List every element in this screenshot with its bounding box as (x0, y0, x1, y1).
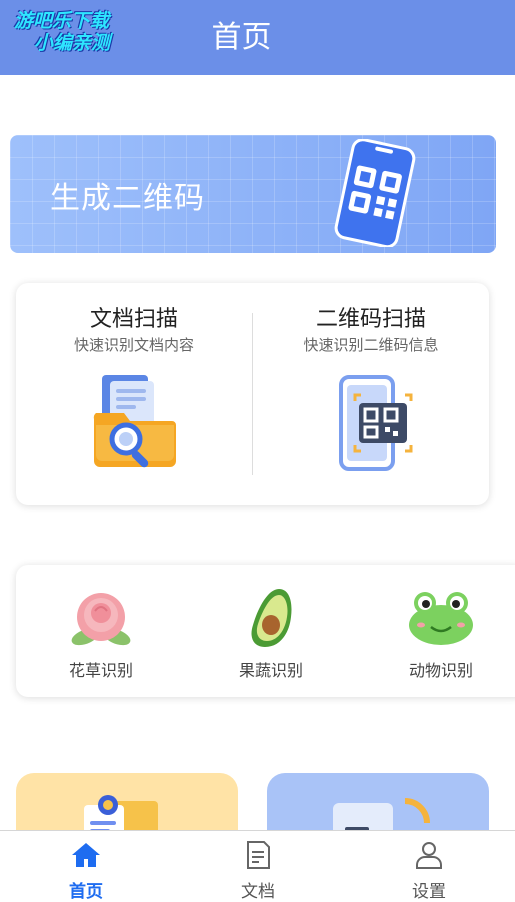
flower-recognition-label: 花草识别 (68, 661, 133, 680)
tab-settings[interactable]: 设置 (343, 831, 515, 902)
tab-document-label: 文档 (241, 882, 275, 902)
produce-recognition-label: 果蔬识别 (238, 661, 303, 680)
document-scan-subtitle: 快速识别文档内容 (73, 336, 194, 354)
home-icon (72, 843, 100, 867)
generate-qr-banner[interactable]: 生成二维码 (10, 135, 496, 253)
qr-scan-subtitle: 快速识别二维码信息 (303, 336, 439, 354)
generate-qr-label: 生成二维码 (50, 181, 205, 216)
phone-qr-scan-icon (339, 375, 413, 471)
tab-home-label: 首页 (69, 882, 103, 902)
header-bar: 游吧乐下载 小编亲测 首页 (0, 0, 515, 75)
scan-card: 文档扫描 快速识别文档内容 二维码扫描 快速识别二维码信息 (16, 283, 489, 505)
page-title: 首页 (211, 20, 272, 55)
tab-document[interactable]: 文档 (172, 831, 344, 902)
phone-qr-icon (334, 139, 416, 247)
home-page: 游吧乐下载 小编亲测 首页 生成二维码 文档扫描 快速识别文档内容 二维码扫描 … (0, 0, 515, 902)
produce-recognition-button[interactable]: 果蔬识别 (186, 565, 356, 697)
document-folder-search-icon (93, 375, 176, 468)
qr-scan-button[interactable]: 二维码扫描 快速识别二维码信息 (253, 283, 489, 505)
document-scan-button[interactable]: 文档扫描 快速识别文档内容 (16, 283, 252, 505)
qr-scan-title: 二维码扫描 (315, 307, 426, 332)
tab-settings-label: 设置 (412, 882, 446, 902)
avocado-icon (251, 589, 292, 647)
frog-icon (409, 592, 473, 645)
document-icon (247, 841, 270, 869)
rose-icon (71, 593, 131, 646)
animal-recognition-label: 动物识别 (408, 661, 473, 680)
recognition-card: 花草识别 果蔬识别 动物识别 (16, 565, 515, 697)
animal-recognition-button[interactable]: 动物识别 (356, 565, 515, 697)
document-scan-title: 文档扫描 (89, 307, 178, 332)
flower-recognition-button[interactable]: 花草识别 (16, 565, 186, 697)
tab-home[interactable]: 首页 (0, 831, 172, 902)
bottom-tab-bar: 首页 文档 设置 (0, 830, 515, 902)
user-icon (416, 842, 442, 869)
